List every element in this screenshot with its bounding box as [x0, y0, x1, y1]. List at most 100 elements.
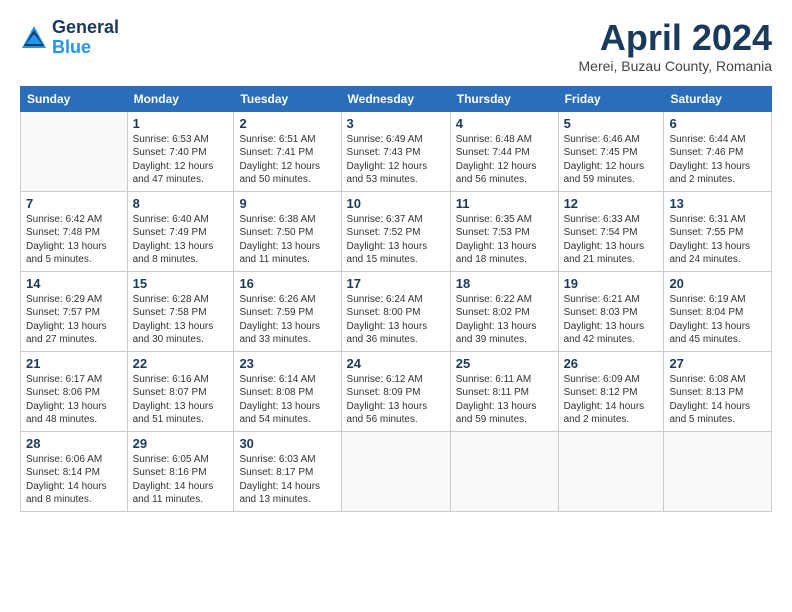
day-number: 19 [564, 276, 659, 291]
calendar-cell: 5 Sunrise: 6:46 AMSunset: 7:45 PMDaylight… [558, 111, 664, 191]
calendar-cell: 2 Sunrise: 6:51 AMSunset: 7:41 PMDaylight… [234, 111, 341, 191]
calendar-cell: 29 Sunrise: 6:05 AMSunset: 8:16 PMDayligh… [127, 431, 234, 511]
day-number: 1 [133, 116, 229, 131]
day-info: Sunrise: 6:06 AMSunset: 8:14 PMDaylight:… [26, 453, 122, 507]
day-info: Sunrise: 6:26 AMSunset: 7:59 PMDaylight:… [239, 293, 335, 347]
calendar-cell: 19 Sunrise: 6:21 AMSunset: 8:03 PMDayligh… [558, 271, 664, 351]
calendar-week-4: 21Sunrise: 6:17 AMSunset: 8:06 PMDayligh… [21, 351, 772, 431]
calendar-cell: 26 Sunrise: 6:09 AMSunset: 8:12 PMDayligh… [558, 351, 664, 431]
day-info: Sunrise: 6:38 AMSunset: 7:50 PMDaylight:… [239, 213, 335, 267]
day-number: 29 [133, 436, 229, 451]
calendar-cell: 10 Sunrise: 6:37 AMSunset: 7:52 PMDayligh… [341, 191, 450, 271]
logo: General Blue [20, 18, 119, 58]
day-info: Sunrise: 6:35 AMSunset: 7:53 PMDaylight:… [456, 213, 553, 267]
day-number: 9 [239, 196, 335, 211]
day-info: Sunrise: 6:28 AMSunset: 7:58 PMDaylight:… [133, 293, 229, 347]
day-number: 13 [669, 196, 766, 211]
calendar-cell [664, 431, 772, 511]
day-number: 28 [26, 436, 122, 451]
day-number: 15 [133, 276, 229, 291]
header-thursday: Thursday [450, 86, 558, 111]
day-info: Sunrise: 6:16 AMSunset: 8:07 PMDaylight:… [133, 373, 229, 427]
day-number: 17 [347, 276, 445, 291]
header-tuesday: Tuesday [234, 86, 341, 111]
calendar-cell: 21Sunrise: 6:17 AMSunset: 8:06 PMDayligh… [21, 351, 128, 431]
calendar-cell: 23 Sunrise: 6:14 AMSunset: 8:08 PMDayligh… [234, 351, 341, 431]
calendar-cell: 17Sunrise: 6:24 AMSunset: 8:00 PMDayligh… [341, 271, 450, 351]
day-info: Sunrise: 6:31 AMSunset: 7:55 PMDaylight:… [669, 213, 766, 267]
day-info: Sunrise: 6:53 AMSunset: 7:40 PMDaylight:… [133, 133, 229, 187]
calendar-cell: 24 Sunrise: 6:12 AMSunset: 8:09 PMDayligh… [341, 351, 450, 431]
calendar-cell: 22 Sunrise: 6:16 AMSunset: 8:07 PMDayligh… [127, 351, 234, 431]
calendar-cell: 13 Sunrise: 6:31 AMSunset: 7:55 PMDayligh… [664, 191, 772, 271]
header-saturday: Saturday [664, 86, 772, 111]
day-info: Sunrise: 6:37 AMSunset: 7:52 PMDaylight:… [347, 213, 445, 267]
page: General Blue April 2024 Merei, Buzau Cou… [0, 0, 792, 522]
header-friday: Friday [558, 86, 664, 111]
day-number: 4 [456, 116, 553, 131]
day-number: 5 [564, 116, 659, 131]
calendar-cell: 28 Sunrise: 6:06 AMSunset: 8:14 PMDayligh… [21, 431, 128, 511]
calendar-header-row: Sunday Monday Tuesday Wednesday Thursday… [21, 86, 772, 111]
calendar-cell: 4 Sunrise: 6:48 AMSunset: 7:44 PMDaylight… [450, 111, 558, 191]
day-info: Sunrise: 6:22 AMSunset: 8:02 PMDaylight:… [456, 293, 553, 347]
day-info: Sunrise: 6:12 AMSunset: 8:09 PMDaylight:… [347, 373, 445, 427]
day-number: 10 [347, 196, 445, 211]
day-info: Sunrise: 6:40 AMSunset: 7:49 PMDaylight:… [133, 213, 229, 267]
calendar-week-5: 28 Sunrise: 6:06 AMSunset: 8:14 PMDayligh… [21, 431, 772, 511]
calendar-cell [558, 431, 664, 511]
calendar-cell: 12 Sunrise: 6:33 AMSunset: 7:54 PMDayligh… [558, 191, 664, 271]
logo-text: General Blue [52, 18, 119, 58]
calendar-cell: 25 Sunrise: 6:11 AMSunset: 8:11 PMDayligh… [450, 351, 558, 431]
day-info: Sunrise: 6:44 AMSunset: 7:46 PMDaylight:… [669, 133, 766, 187]
day-info: Sunrise: 6:03 AMSunset: 8:17 PMDaylight:… [239, 453, 335, 507]
day-number: 30 [239, 436, 335, 451]
calendar-cell [21, 111, 128, 191]
day-info: Sunrise: 6:14 AMSunset: 8:08 PMDaylight:… [239, 373, 335, 427]
calendar-cell [341, 431, 450, 511]
calendar-cell: 27 Sunrise: 6:08 AMSunset: 8:13 PMDayligh… [664, 351, 772, 431]
day-info: Sunrise: 6:33 AMSunset: 7:54 PMDaylight:… [564, 213, 659, 267]
day-info: Sunrise: 6:21 AMSunset: 8:03 PMDaylight:… [564, 293, 659, 347]
calendar-cell: 30 Sunrise: 6:03 AMSunset: 8:17 PMDayligh… [234, 431, 341, 511]
month-title: April 2024 [579, 18, 773, 58]
day-info: Sunrise: 6:09 AMSunset: 8:12 PMDaylight:… [564, 373, 659, 427]
day-number: 16 [239, 276, 335, 291]
calendar-cell: 18 Sunrise: 6:22 AMSunset: 8:02 PMDayligh… [450, 271, 558, 351]
calendar-cell: 15 Sunrise: 6:28 AMSunset: 7:58 PMDayligh… [127, 271, 234, 351]
calendar-cell: 1 Sunrise: 6:53 AMSunset: 7:40 PMDaylight… [127, 111, 234, 191]
day-number: 18 [456, 276, 553, 291]
day-number: 25 [456, 356, 553, 371]
header-wednesday: Wednesday [341, 86, 450, 111]
day-info: Sunrise: 6:08 AMSunset: 8:13 PMDaylight:… [669, 373, 766, 427]
calendar-cell [450, 431, 558, 511]
header-monday: Monday [127, 86, 234, 111]
day-info: Sunrise: 6:42 AMSunset: 7:48 PMDaylight:… [26, 213, 122, 267]
calendar-week-3: 14Sunrise: 6:29 AMSunset: 7:57 PMDayligh… [21, 271, 772, 351]
day-info: Sunrise: 6:19 AMSunset: 8:04 PMDaylight:… [669, 293, 766, 347]
day-info: Sunrise: 6:48 AMSunset: 7:44 PMDaylight:… [456, 133, 553, 187]
calendar-cell: 8Sunrise: 6:40 AMSunset: 7:49 PMDaylight… [127, 191, 234, 271]
day-number: 26 [564, 356, 659, 371]
day-number: 27 [669, 356, 766, 371]
header-sunday: Sunday [21, 86, 128, 111]
day-number: 2 [239, 116, 335, 131]
day-info: Sunrise: 6:49 AMSunset: 7:43 PMDaylight:… [347, 133, 445, 187]
day-number: 11 [456, 196, 553, 211]
day-info: Sunrise: 6:46 AMSunset: 7:45 PMDaylight:… [564, 133, 659, 187]
calendar-cell: 16 Sunrise: 6:26 AMSunset: 7:59 PMDayligh… [234, 271, 341, 351]
calendar-cell: 9 Sunrise: 6:38 AMSunset: 7:50 PMDaylight… [234, 191, 341, 271]
day-number: 24 [347, 356, 445, 371]
day-info: Sunrise: 6:11 AMSunset: 8:11 PMDaylight:… [456, 373, 553, 427]
day-number: 3 [347, 116, 445, 131]
day-number: 14 [26, 276, 122, 291]
day-number: 23 [239, 356, 335, 371]
day-info: Sunrise: 6:51 AMSunset: 7:41 PMDaylight:… [239, 133, 335, 187]
logo-blue-text: Blue [52, 38, 119, 58]
logo-general-text: General [52, 18, 119, 38]
day-number: 22 [133, 356, 229, 371]
day-number: 12 [564, 196, 659, 211]
day-info: Sunrise: 6:05 AMSunset: 8:16 PMDaylight:… [133, 453, 229, 507]
calendar-week-1: 1 Sunrise: 6:53 AMSunset: 7:40 PMDaylight… [21, 111, 772, 191]
day-number: 7 [26, 196, 122, 211]
